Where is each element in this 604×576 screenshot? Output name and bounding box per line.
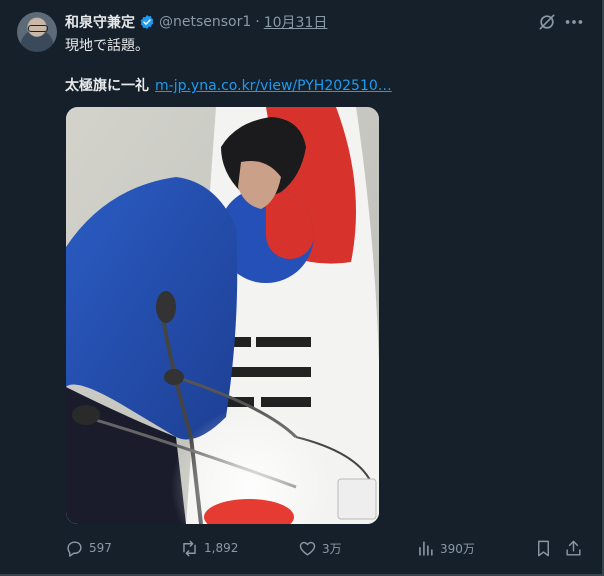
- like-icon: [299, 541, 316, 556]
- like-count: 3万: [322, 541, 342, 556]
- bookmark-icon: [538, 540, 549, 556]
- bookmark-button[interactable]: [534, 534, 558, 562]
- user-handle[interactable]: @netsensor1: [159, 14, 251, 30]
- share-icon: [566, 540, 581, 556]
- paper-cup: [337, 478, 377, 520]
- reply-button[interactable]: 597: [65, 534, 112, 562]
- retweet-count: 1,892: [204, 541, 239, 555]
- separator-dot: ·: [255, 14, 260, 30]
- views-button[interactable]: 390万: [416, 534, 475, 562]
- grok-icon[interactable]: [537, 12, 557, 32]
- tweet-text-bold: 太極旗に一礼: [65, 78, 149, 94]
- retweet-button[interactable]: 1,892: [180, 534, 238, 562]
- avatar-glasses: [28, 25, 48, 32]
- views-count: 390万: [440, 541, 475, 556]
- tweet-link[interactable]: m-jp.yna.co.kr/view/PYH202510…: [155, 78, 392, 94]
- verified-badge-icon: [140, 15, 154, 29]
- tweet-text-line1: 現地で話題。: [65, 38, 149, 54]
- views-icon: [419, 540, 433, 556]
- user-avatar[interactable]: [17, 12, 57, 52]
- photo-illustration: [66, 107, 379, 524]
- more-options-icon[interactable]: [563, 12, 585, 32]
- action-bar: 597 1,892 3万 390万: [0, 534, 604, 562]
- tweet-photo[interactable]: [66, 107, 379, 524]
- like-button[interactable]: 3万: [298, 534, 342, 562]
- reply-count: 597: [89, 541, 112, 555]
- tweet-text-line2: 太極旗に一礼 m-jp.yna.co.kr/view/PYH202510…: [65, 75, 392, 95]
- display-name[interactable]: 和泉守兼定: [65, 12, 135, 32]
- reply-icon: [67, 540, 82, 557]
- retweet-icon: [183, 540, 196, 556]
- tweet-date[interactable]: 10月31日: [264, 12, 328, 32]
- share-button[interactable]: [564, 534, 588, 562]
- tweet-header: 和泉守兼定 @netsensor1 · 10月31日: [65, 12, 327, 32]
